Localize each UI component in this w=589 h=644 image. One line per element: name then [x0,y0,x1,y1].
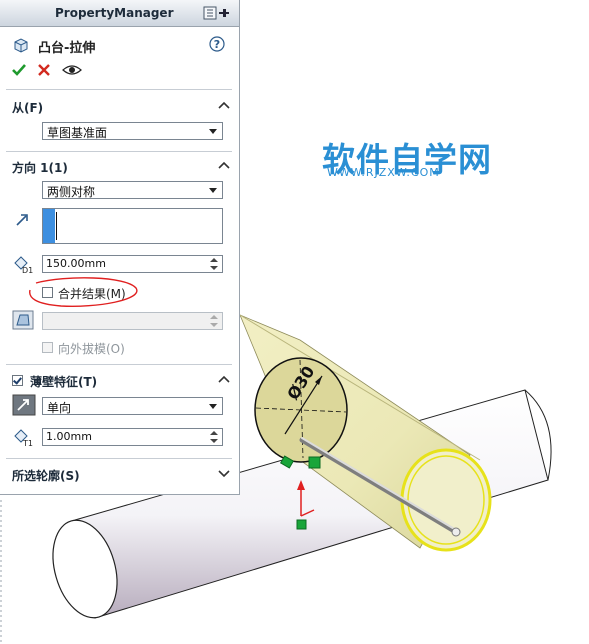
thickness-icon: T1 [14,429,33,447]
dropdown-arrow-icon [209,404,217,409]
property-manager-panel: PropertyManager 凸台-拉伸 ? 从(F) 草图基准面 方向 1(… [0,0,240,495]
thickness-value: 1.00mm [46,430,92,443]
direction1-section-label: 方向 1(1) [12,161,68,175]
chevron-down-icon[interactable] [218,467,230,479]
from-section-header[interactable]: 从(F) [6,96,232,116]
panel-titlebar: PropertyManager [0,0,239,27]
depth-input[interactable]: 150.00mm [42,255,223,273]
watermark-url: WWW.RJZXW.COM [327,166,440,179]
thickness-stepper[interactable] [207,430,221,444]
from-section-label: 从(F) [12,101,44,115]
draft-angle-input [42,312,223,330]
end-condition-value: 两侧对称 [47,185,96,199]
thin-feature-label: 薄壁特征(T) [30,375,98,389]
separator [6,458,232,459]
thin-reverse-icon[interactable] [12,394,36,416]
cancel-icon[interactable] [37,63,51,77]
preview-icon[interactable] [62,63,82,77]
depth-stepper[interactable] [207,257,221,271]
thin-type-value: 单向 [47,401,72,415]
end-condition-select[interactable]: 两侧对称 [42,181,223,199]
chevron-up-icon[interactable] [218,373,230,385]
depth-icon-label: D1 [22,266,33,274]
separator [6,89,232,90]
chevron-up-icon[interactable] [218,99,230,111]
feature-name: 凸台-拉伸 [38,41,96,56]
thickness-icon-label: T1 [22,439,33,447]
depth-value: 150.00mm [46,257,106,270]
draft-icon[interactable] [12,310,34,330]
separator [6,151,232,152]
chevron-up-icon[interactable] [218,159,230,171]
ok-icon[interactable] [11,62,27,78]
draft-outward-checkbox [42,342,53,353]
active-selection-marker [43,209,55,243]
selected-contours-section-header[interactable]: 所选轮廓(S) [6,464,232,484]
thickness-input[interactable]: 1.00mm [42,428,223,446]
thin-feature-checkbox[interactable] [12,375,23,386]
thin-type-select[interactable]: 单向 [42,397,223,415]
sketch-circle[interactable]: Ø30 [254,357,348,463]
from-select-value: 草图基准面 [47,126,108,140]
help-icon[interactable]: ? [209,36,225,52]
red-highlight-ellipse [29,277,138,308]
svg-text:?: ? [214,38,220,51]
direction-selection-box[interactable] [42,208,223,244]
panel-title: PropertyManager [55,6,174,20]
thin-feature-section-header[interactable]: 薄壁特征(T) [6,370,232,390]
dropdown-arrow-icon [209,188,217,193]
draft-outward-label: 向外拔模(O) [58,342,125,356]
extrude-feature-icon [14,38,28,53]
pin-icon[interactable] [203,6,231,20]
direction1-section-header[interactable]: 方向 1(1) [6,156,232,176]
text-cursor [56,212,57,240]
depth-icon: D1 [14,256,33,274]
reverse-direction-icon[interactable] [14,212,30,228]
selected-contours-label: 所选轮廓(S) [12,469,80,483]
draft-stepper [207,314,221,328]
from-select[interactable]: 草图基准面 [42,122,223,140]
separator [6,364,232,365]
dropdown-arrow-icon [209,129,217,134]
